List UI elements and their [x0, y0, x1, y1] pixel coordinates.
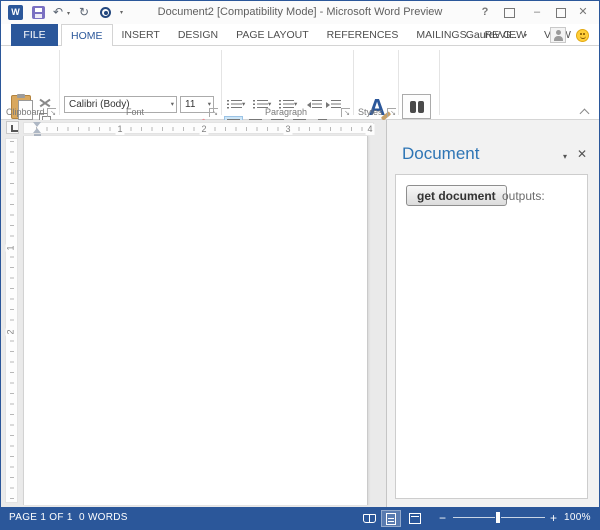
font-name-dropdown-icon: ▾: [170, 100, 174, 108]
get-document-button[interactable]: get document: [406, 185, 507, 206]
read-mode-icon: [362, 514, 376, 523]
font-name-combobox[interactable]: Calibri (Body) ▾: [64, 96, 177, 113]
maximize-button[interactable]: [551, 5, 571, 20]
account-menu[interactable]: Gaurav G... ▾: [466, 24, 527, 46]
document-area: 1 2 3 4 1 2: [1, 120, 386, 507]
account-dropdown-icon: ▾: [523, 32, 527, 39]
feedback-smiley-icon[interactable]: [576, 29, 589, 42]
close-button[interactable]: ✕: [573, 5, 593, 20]
clipboard-dialog-launcher[interactable]: ↘: [47, 108, 56, 117]
font-dialog-launcher[interactable]: ↘: [209, 108, 218, 117]
collapse-ribbon-icon[interactable]: [580, 107, 589, 116]
web-layout-icon: [409, 513, 421, 524]
horizontal-ruler-strip: 1 2 3 4: [1, 120, 386, 137]
tab-design[interactable]: DESIGN: [169, 24, 227, 46]
task-pane-title: Document: [402, 144, 480, 163]
ruler-number: 1: [115, 123, 125, 135]
bullets-button[interactable]: ▾: [227, 97, 245, 113]
binoculars-icon: [409, 100, 416, 113]
task-pane-menu-icon[interactable]: ▾: [563, 152, 567, 161]
zoom-slider-thumb[interactable]: [495, 511, 501, 524]
tab-file[interactable]: FILE: [11, 24, 58, 46]
web-layout-button[interactable]: [405, 510, 425, 527]
task-pane-content: get document outputs:: [395, 174, 588, 499]
font-name-value: Calibri (Body): [69, 99, 130, 110]
zoom-slider[interactable]: [453, 511, 545, 524]
styles-group-label: Styles: [358, 107, 383, 117]
title-bar: W ↶ ▾ ↻ ▾ Document2 [Compatibility Mode]…: [1, 1, 599, 24]
print-layout-icon: [386, 512, 396, 525]
font-group-label: Font: [126, 107, 145, 117]
read-mode-button[interactable]: [359, 510, 379, 527]
zoom-level[interactable]: 100%: [564, 512, 591, 523]
paragraph-group-label: Paragraph: [265, 107, 308, 117]
paragraph-dialog-launcher[interactable]: ↘: [341, 108, 350, 117]
clipboard-group-label: Clipboard: [6, 107, 45, 117]
increase-indent-button[interactable]: [326, 97, 341, 113]
tab-home[interactable]: HOME: [61, 24, 113, 47]
task-pane: Document ▾ ✕ get document outputs:: [386, 120, 599, 507]
outputs-label: outputs:: [502, 189, 545, 203]
editing-button[interactable]: [402, 94, 431, 119]
ruler-number: 4: [365, 123, 375, 135]
minimize-button[interactable]: –: [527, 5, 547, 20]
zoom-in-button[interactable]: +: [550, 510, 557, 526]
account-name: Gaurav G...: [465, 29, 520, 41]
bullets-icon: [227, 100, 242, 110]
word-window: W ↶ ▾ ↻ ▾ Document2 [Compatibility Mode]…: [0, 0, 600, 530]
avatar[interactable]: [550, 27, 566, 43]
help-button[interactable]: ?: [475, 5, 495, 20]
ribbon: Paste ▾ Clipboard ↘ Calibri (Body)▾ 11▾ …: [1, 46, 599, 153]
hanging-indent-marker[interactable]: [33, 128, 41, 133]
ribbon-tab-row: FILE HOME INSERT DESIGN PAGE LAYOUT REFE…: [1, 24, 599, 47]
task-pane-close-icon[interactable]: ✕: [577, 147, 587, 161]
print-layout-button[interactable]: [381, 510, 401, 527]
ruler-number: 2: [5, 328, 16, 336]
horizontal-ruler[interactable]: 1 2 3 4: [23, 122, 375, 135]
word-count[interactable]: 0 WORDS: [79, 512, 128, 523]
ruler-number: 3: [283, 123, 293, 135]
zoom-out-button[interactable]: −: [439, 510, 446, 526]
vertical-ruler[interactable]: 1 2: [5, 138, 18, 503]
tab-insert[interactable]: INSERT: [113, 24, 169, 46]
font-size-dropdown-icon: ▾: [207, 100, 211, 108]
styles-dialog-launcher[interactable]: ↘: [387, 108, 396, 117]
page-indicator[interactable]: PAGE 1 OF 1: [9, 512, 73, 523]
tab-references[interactable]: REFERENCES: [318, 24, 408, 46]
document-page[interactable]: [23, 136, 368, 505]
decrease-indent-button[interactable]: [307, 97, 322, 113]
ruler-number: 1: [5, 244, 16, 252]
tab-stop-selector[interactable]: [6, 121, 19, 134]
tab-page-layout[interactable]: PAGE LAYOUT: [227, 24, 318, 46]
ribbon-display-options-button[interactable]: [499, 5, 519, 20]
main-area: 1 2 3 4 1 2 Document ▾ ✕ get document ou…: [1, 120, 599, 507]
ruler-ticks: [10, 141, 14, 500]
font-size-value: 11: [185, 99, 196, 110]
ruler-number: 2: [199, 123, 209, 135]
binoculars-icon: [417, 100, 424, 113]
first-line-indent-marker[interactable]: [33, 122, 41, 127]
status-bar: PAGE 1 OF 1 0 WORDS − + 100%: [1, 507, 599, 529]
